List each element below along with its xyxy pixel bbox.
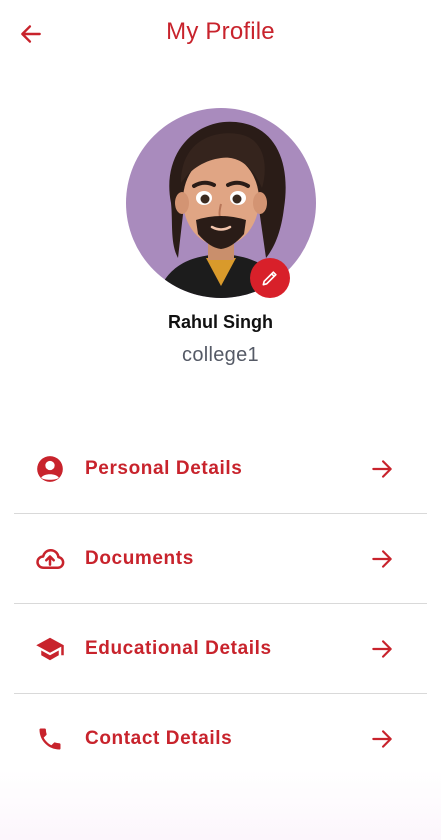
menu-item-personal-details[interactable]: Personal Details bbox=[14, 424, 427, 514]
edit-avatar-button[interactable] bbox=[250, 258, 290, 298]
menu-item-documents[interactable]: Documents bbox=[14, 514, 427, 604]
graduation-cap-icon bbox=[34, 633, 66, 665]
phone-icon bbox=[34, 723, 66, 755]
menu-item-contact-details[interactable]: Contact Details bbox=[14, 694, 427, 783]
arrow-right-icon bbox=[368, 725, 396, 753]
user-college: college1 bbox=[182, 344, 259, 366]
app-bar: My Profile bbox=[0, 0, 441, 68]
arrow-right-icon bbox=[368, 635, 396, 663]
menu-item-label: Documents bbox=[85, 547, 194, 569]
menu-item-label: Contact Details bbox=[85, 727, 233, 749]
profile-menu: Personal Details Documents Educational D… bbox=[14, 424, 427, 783]
menu-item-label: Educational Details bbox=[85, 637, 272, 659]
cloud-upload-icon bbox=[34, 543, 66, 575]
arrow-right-icon bbox=[368, 455, 396, 483]
user-name: Rahul Singh bbox=[168, 312, 273, 332]
account-circle-icon bbox=[34, 453, 66, 485]
menu-item-educational-details[interactable]: Educational Details bbox=[14, 604, 427, 694]
page-title: My Profile bbox=[166, 18, 275, 45]
pencil-icon bbox=[262, 271, 277, 286]
menu-item-label: Personal Details bbox=[85, 457, 243, 479]
arrow-right-icon bbox=[368, 545, 396, 573]
profile-avatar-container bbox=[126, 108, 316, 298]
